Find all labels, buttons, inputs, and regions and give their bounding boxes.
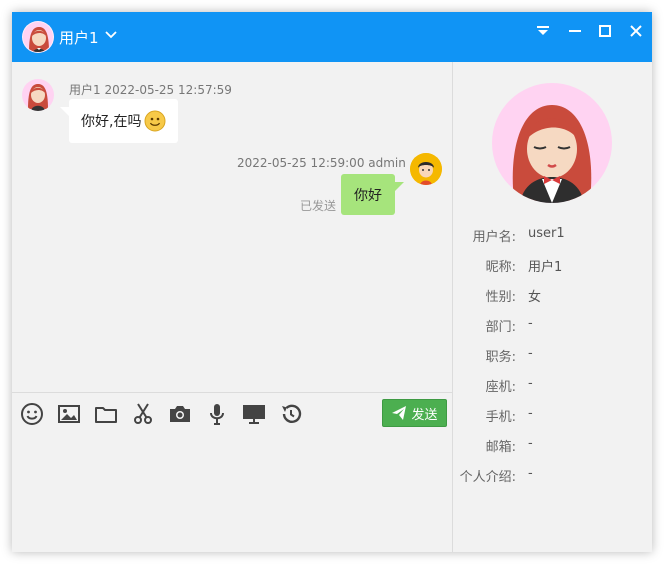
field-value: - [528, 316, 533, 331]
screen-share-icon[interactable] [242, 402, 266, 426]
field-value: 用户1 [528, 260, 563, 275]
sender-avatar[interactable] [22, 79, 54, 111]
microphone-icon[interactable] [205, 402, 229, 426]
chevron-down-icon[interactable] [104, 28, 118, 42]
field-value: - [528, 406, 533, 421]
message-input[interactable] [12, 434, 452, 552]
send-icon [392, 406, 407, 420]
field-label: 座机: [485, 380, 516, 395]
message-bubble-self[interactable]: 你好 [341, 174, 404, 215]
message-text: 你好,在吗 [81, 114, 142, 130]
folder-icon[interactable] [94, 402, 118, 426]
message-list[interactable]: 用户1 2022-05-25 12:57:59 你好,在吗 2022-05-25… [12, 62, 452, 392]
sent-status: 已发送 [300, 199, 337, 213]
contact-name[interactable]: 用户1 [59, 27, 99, 48]
field-label: 性别: [485, 290, 516, 305]
field-value: 女 [528, 290, 542, 305]
field-label: 邮箱: [485, 440, 516, 455]
maximize-icon[interactable] [596, 22, 614, 40]
field-label: 部门: [485, 320, 516, 335]
message-meta: 用户1 2022-05-25 12:57:59 [69, 83, 232, 97]
close-icon[interactable] [627, 22, 645, 40]
field-value: - [528, 376, 533, 391]
smiley-icon [144, 110, 166, 132]
field-value: - [528, 436, 533, 451]
history-icon[interactable] [279, 402, 303, 426]
admin-avatar[interactable] [410, 153, 442, 185]
field-value: user1 [528, 226, 565, 241]
field-label: 手机: [485, 410, 516, 425]
field-value: - [528, 466, 533, 481]
minimize-icon[interactable] [566, 22, 584, 40]
scissors-icon[interactable] [131, 402, 155, 426]
contact-avatar[interactable] [22, 21, 54, 53]
image-icon[interactable] [57, 402, 81, 426]
profile-avatar [492, 83, 612, 203]
field-label: 个人介绍: [459, 470, 516, 485]
field-label: 昵称: [485, 260, 516, 275]
chat-window: 用户1 用户1 2022-05-25 12:57:59 你好,在吗 2022-0… [12, 12, 652, 552]
field-value: - [528, 346, 533, 361]
field-label: 职务: [485, 350, 516, 365]
message-bubble[interactable]: 你好,在吗 [59, 99, 179, 143]
message-meta: 2022-05-25 12:59:00 admin [237, 156, 406, 170]
title-bar: 用户1 [12, 12, 652, 62]
camera-icon[interactable] [168, 402, 192, 426]
message-text: 你好 [354, 187, 382, 204]
emoji-icon[interactable] [20, 402, 44, 426]
dropdown-menu-icon[interactable] [534, 22, 552, 40]
field-label: 用户名: [472, 230, 516, 245]
